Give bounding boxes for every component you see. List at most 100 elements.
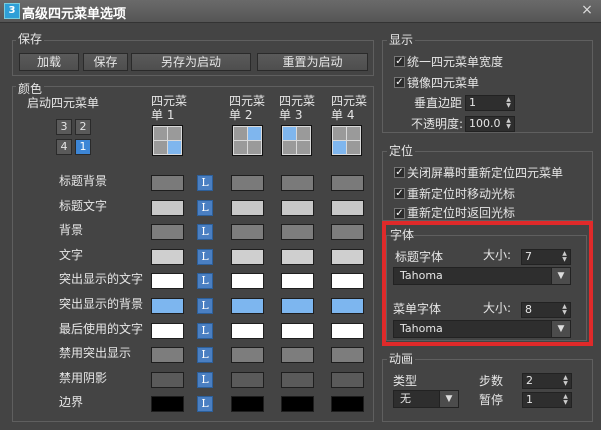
app-icon: 3	[4, 3, 20, 19]
close-button[interactable]: ×	[579, 3, 595, 18]
color-row-label: 突出显示的文字	[59, 272, 144, 286]
color-swatch-quad-3[interactable]	[281, 249, 314, 265]
vertical-margin-value: 1	[469, 96, 476, 109]
quad-layout-1-icon	[152, 125, 183, 156]
lock-link-button[interactable]: L	[197, 372, 213, 388]
color-swatch-quad-4[interactable]	[331, 372, 364, 388]
color-swatch-quad-1[interactable]	[151, 323, 184, 339]
opacity-spinner[interactable]: 100.0 ▲ ▼	[465, 116, 515, 132]
vertical-margin-spinner[interactable]: 1 ▲ ▼	[465, 95, 515, 111]
quad-header-4: 四元菜 单 4	[331, 94, 368, 122]
reposition-on-close-checkbox[interactable]: ✓	[394, 167, 405, 178]
color-swatch-quad-1[interactable]	[151, 200, 184, 216]
color-swatch-quad-3[interactable]	[281, 298, 314, 314]
mirror-label: 镜像四元菜单	[407, 76, 480, 90]
color-row-label: 禁用突出显示	[59, 346, 132, 360]
color-swatch-quad-3[interactable]	[281, 175, 314, 191]
color-swatch-quad-2[interactable]	[231, 273, 264, 289]
color-swatch-quad-4[interactable]	[331, 273, 364, 289]
lock-link-button[interactable]: L	[197, 249, 213, 265]
color-swatch-quad-2[interactable]	[231, 200, 264, 216]
color-swatch-quad-3[interactable]	[281, 323, 314, 339]
quad-select-3[interactable]: 3	[56, 119, 72, 135]
window-title: 高级四元菜单选项	[22, 7, 127, 22]
reset-to-startup-button[interactable]: 重置为启动	[257, 53, 368, 71]
color-swatch-quad-2[interactable]	[231, 249, 264, 265]
uniform-width-label: 统一四元菜单宽度	[407, 55, 504, 69]
save-button[interactable]: 保存	[83, 53, 128, 71]
quad-select-2[interactable]: 2	[75, 119, 91, 135]
color-swatch-quad-4[interactable]	[331, 200, 364, 216]
lock-link-button[interactable]: L	[197, 347, 213, 363]
quad-layout-2-icon	[232, 125, 263, 156]
animation-group-label: 动画	[387, 350, 416, 367]
color-swatch-quad-3[interactable]	[281, 396, 314, 412]
steps-value: 2	[526, 374, 533, 387]
color-row-label: 文字	[59, 248, 84, 262]
spinner-arrows-icon[interactable]: ▲ ▼	[561, 375, 570, 387]
pause-spinner[interactable]: 1 ▲ ▼	[522, 392, 572, 408]
lock-link-button[interactable]: L	[197, 273, 213, 289]
color-row-label: 标题背景	[59, 174, 108, 188]
lock-link-button[interactable]: L	[197, 323, 213, 339]
display-group-label: 显示	[387, 31, 416, 48]
color-swatch-quad-1[interactable]	[151, 372, 184, 388]
reposition-on-close-label: 关闭屏幕时重新定位四元菜单	[407, 166, 564, 180]
color-swatch-quad-4[interactable]	[331, 347, 364, 363]
color-swatch-quad-1[interactable]	[151, 396, 184, 412]
color-row-label: 突出显示的背景	[59, 297, 144, 311]
pause-value: 1	[526, 393, 533, 406]
color-swatch-quad-2[interactable]	[231, 224, 264, 240]
color-swatch-quad-3[interactable]	[281, 372, 314, 388]
lock-link-button[interactable]: L	[197, 396, 213, 412]
quad-header-1: 四元菜 单 1	[151, 94, 188, 122]
quad-select-4[interactable]: 4	[56, 139, 72, 155]
color-swatch-quad-2[interactable]	[231, 175, 264, 191]
color-swatch-quad-2[interactable]	[231, 347, 264, 363]
color-row-label: 最后使用的文字	[59, 322, 144, 336]
animation-type-dropdown[interactable]: 无 ▼	[393, 390, 459, 408]
mirror-checkbox[interactable]: ✓	[394, 77, 405, 88]
color-swatch-quad-2[interactable]	[231, 323, 264, 339]
lock-link-button[interactable]: L	[197, 175, 213, 191]
color-swatch-quad-4[interactable]	[331, 396, 364, 412]
save-group-label: 保存	[16, 30, 45, 47]
quad-header-2: 四元菜 单 2	[229, 94, 266, 122]
color-swatch-quad-4[interactable]	[331, 249, 364, 265]
color-swatch-quad-1[interactable]	[151, 249, 184, 265]
quad-select-1[interactable]: 1	[75, 139, 91, 155]
color-swatch-quad-2[interactable]	[231, 396, 264, 412]
lock-link-button[interactable]: L	[197, 224, 213, 240]
color-swatch-quad-1[interactable]	[151, 224, 184, 240]
spinner-arrows-icon[interactable]: ▲ ▼	[504, 118, 513, 130]
uniform-width-checkbox[interactable]: ✓	[394, 56, 405, 67]
opacity-value: 100.0	[469, 117, 501, 130]
color-swatch-quad-4[interactable]	[331, 175, 364, 191]
color-swatch-quad-4[interactable]	[331, 323, 364, 339]
spinner-arrows-icon[interactable]: ▲ ▼	[504, 97, 513, 109]
return-cursor-checkbox[interactable]: ✓	[394, 208, 405, 219]
animation-type-label: 类型	[393, 374, 418, 388]
color-swatch-quad-2[interactable]	[231, 298, 264, 314]
color-swatch-quad-3[interactable]	[281, 200, 314, 216]
lock-link-button[interactable]: L	[197, 200, 213, 216]
color-swatch-quad-4[interactable]	[331, 298, 364, 314]
title-bar: 3 高级四元菜单选项 ×	[0, 0, 601, 23]
color-swatch-quad-3[interactable]	[281, 347, 314, 363]
quad-layout-3-icon	[281, 125, 312, 156]
color-swatch-quad-1[interactable]	[151, 273, 184, 289]
steps-spinner[interactable]: 2 ▲ ▼	[522, 373, 572, 389]
color-swatch-quad-1[interactable]	[151, 298, 184, 314]
color-swatch-quad-3[interactable]	[281, 273, 314, 289]
move-cursor-checkbox[interactable]: ✓	[394, 188, 405, 199]
color-swatch-quad-1[interactable]	[151, 175, 184, 191]
color-swatch-quad-1[interactable]	[151, 347, 184, 363]
save-as-startup-button[interactable]: 另存为启动	[131, 53, 251, 71]
color-swatch-quad-2[interactable]	[231, 372, 264, 388]
color-swatch-quad-4[interactable]	[331, 224, 364, 240]
load-button[interactable]: 加载	[19, 53, 79, 71]
chevron-down-icon[interactable]: ▼	[439, 391, 458, 407]
lock-link-button[interactable]: L	[197, 298, 213, 314]
spinner-arrows-icon[interactable]: ▲ ▼	[561, 394, 570, 406]
color-swatch-quad-3[interactable]	[281, 224, 314, 240]
